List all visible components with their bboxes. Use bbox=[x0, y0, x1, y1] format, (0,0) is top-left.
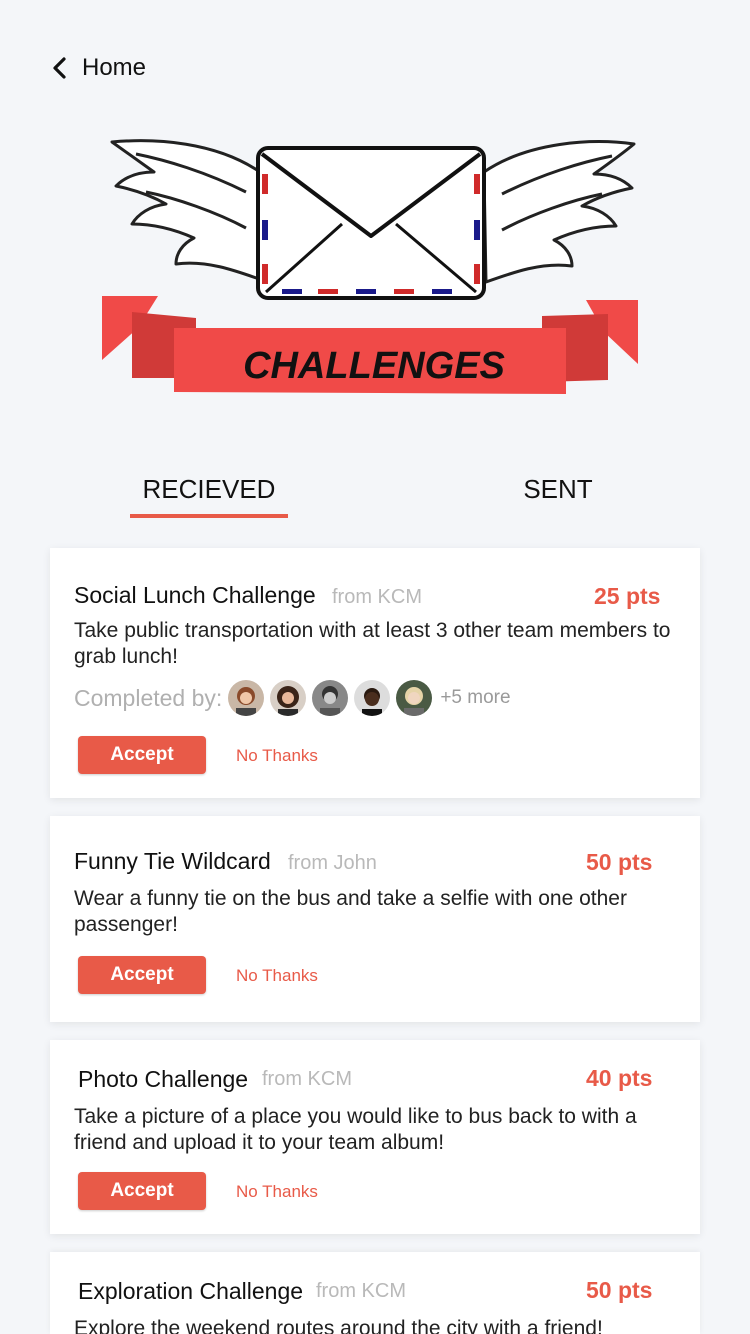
challenge-description: Take public transportation with at least… bbox=[74, 619, 671, 668]
challenge-sender: from KCM bbox=[262, 1068, 352, 1090]
avatar[interactable] bbox=[396, 680, 433, 716]
challenge-card: Funny Tie Wildcard from John 50 pts Wear… bbox=[50, 816, 700, 1022]
accept-button[interactable]: Accept bbox=[78, 736, 206, 774]
avatar[interactable] bbox=[312, 680, 349, 716]
challenge-description: Explore the weekend routes around the ci… bbox=[74, 1317, 603, 1334]
challenge-points: 25 pts bbox=[594, 583, 661, 609]
decline-button[interactable]: No Thanks bbox=[236, 746, 318, 766]
challenge-title: Social Lunch Challenge bbox=[74, 582, 316, 608]
challenge-sender: from John bbox=[288, 852, 377, 874]
chevron-left-icon bbox=[53, 57, 66, 79]
challenge-card: Photo Challenge from KCM 40 pts Take a p… bbox=[50, 1040, 700, 1234]
tab-received[interactable]: RECIEVED bbox=[130, 466, 288, 518]
completed-label: Completed by: bbox=[74, 684, 223, 711]
decline-button[interactable]: No Thanks bbox=[236, 966, 318, 986]
avatar[interactable] bbox=[228, 680, 265, 716]
challenge-description: Take a picture of a place you would like… bbox=[74, 1105, 637, 1154]
challenge-sender: from KCM bbox=[316, 1280, 406, 1302]
accept-button[interactable]: Accept bbox=[78, 956, 206, 994]
challenge-card: Social Lunch Challenge from KCM 25 pts T… bbox=[50, 548, 700, 798]
challenge-points: 50 pts bbox=[586, 1277, 653, 1303]
left-wing-icon bbox=[110, 139, 264, 282]
challenge-title: Photo Challenge bbox=[78, 1066, 249, 1092]
tab-sent[interactable]: SENT bbox=[480, 466, 636, 518]
decline-button[interactable]: No Thanks bbox=[236, 1182, 318, 1202]
banner-text: CHALLENGES bbox=[243, 345, 505, 387]
challenges-logo: CHALLENGES bbox=[102, 139, 638, 394]
right-wing-icon bbox=[482, 140, 636, 284]
challenge-points: 40 pts bbox=[586, 1065, 653, 1091]
avatar[interactable] bbox=[270, 680, 307, 716]
avatar[interactable] bbox=[354, 680, 391, 716]
challenge-title: Funny Tie Wildcard bbox=[74, 848, 271, 874]
challenge-title: Exploration Challenge bbox=[78, 1278, 304, 1304]
back-label: Home bbox=[82, 54, 147, 81]
more-completed-count[interactable]: +5 more bbox=[440, 687, 510, 709]
accept-button[interactable]: Accept bbox=[78, 1172, 206, 1210]
challenge-sender: from KCM bbox=[332, 586, 422, 608]
challenge-card: Exploration Challenge from KCM 50 pts Ex… bbox=[50, 1252, 700, 1334]
tab-bar: RECIEVED SENT bbox=[0, 466, 750, 522]
challenge-points: 50 pts bbox=[586, 849, 653, 875]
completed-by: Completed by: +5 more bbox=[74, 678, 511, 718]
envelope-icon bbox=[256, 146, 486, 300]
back-button[interactable]: Home bbox=[50, 50, 146, 86]
challenge-description: Wear a funny tie on the bus and take a s… bbox=[74, 887, 627, 936]
